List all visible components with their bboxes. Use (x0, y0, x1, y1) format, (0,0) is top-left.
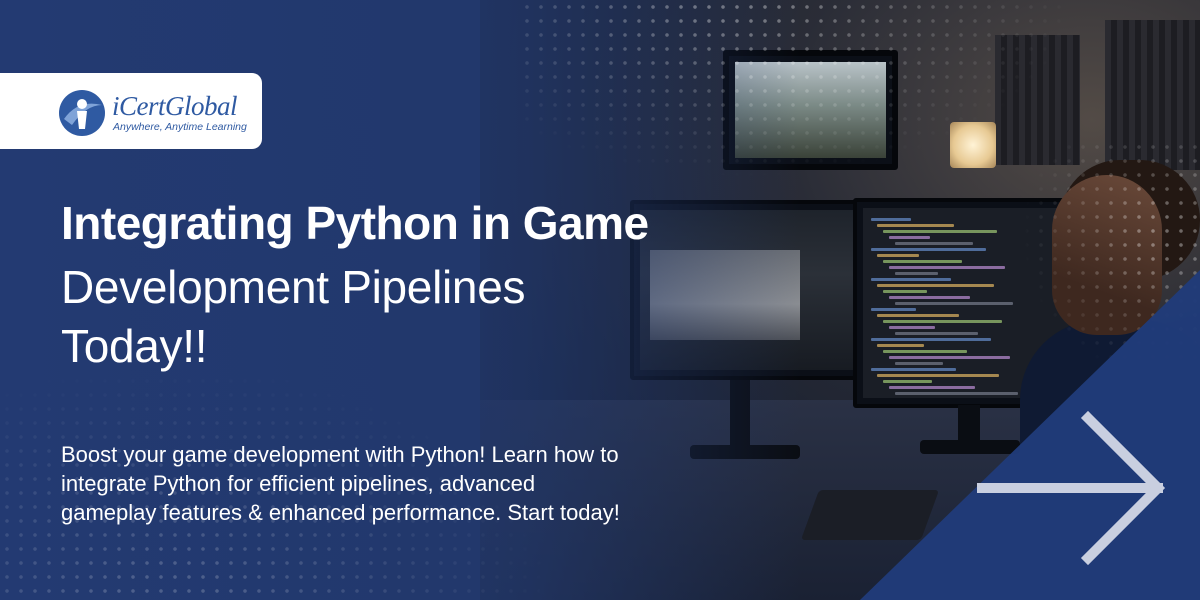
promo-banner: iCertGlobal Anywhere, Anytime Learning I… (0, 0, 1200, 600)
logo-name: iCertGlobal (112, 91, 238, 121)
banner-description: Boost your game development with Python!… (61, 442, 620, 525)
headline-line-2: Development Pipelines (61, 261, 526, 313)
logo-tagline: Anywhere, Anytime Learning (113, 121, 247, 133)
headline-line-3: Today!! (61, 320, 208, 372)
icertglobal-logo-icon (59, 90, 105, 136)
logo-card[interactable]: iCertGlobal Anywhere, Anytime Learning (0, 73, 262, 149)
headline-line-1: Integrating Python in Game (61, 197, 649, 249)
